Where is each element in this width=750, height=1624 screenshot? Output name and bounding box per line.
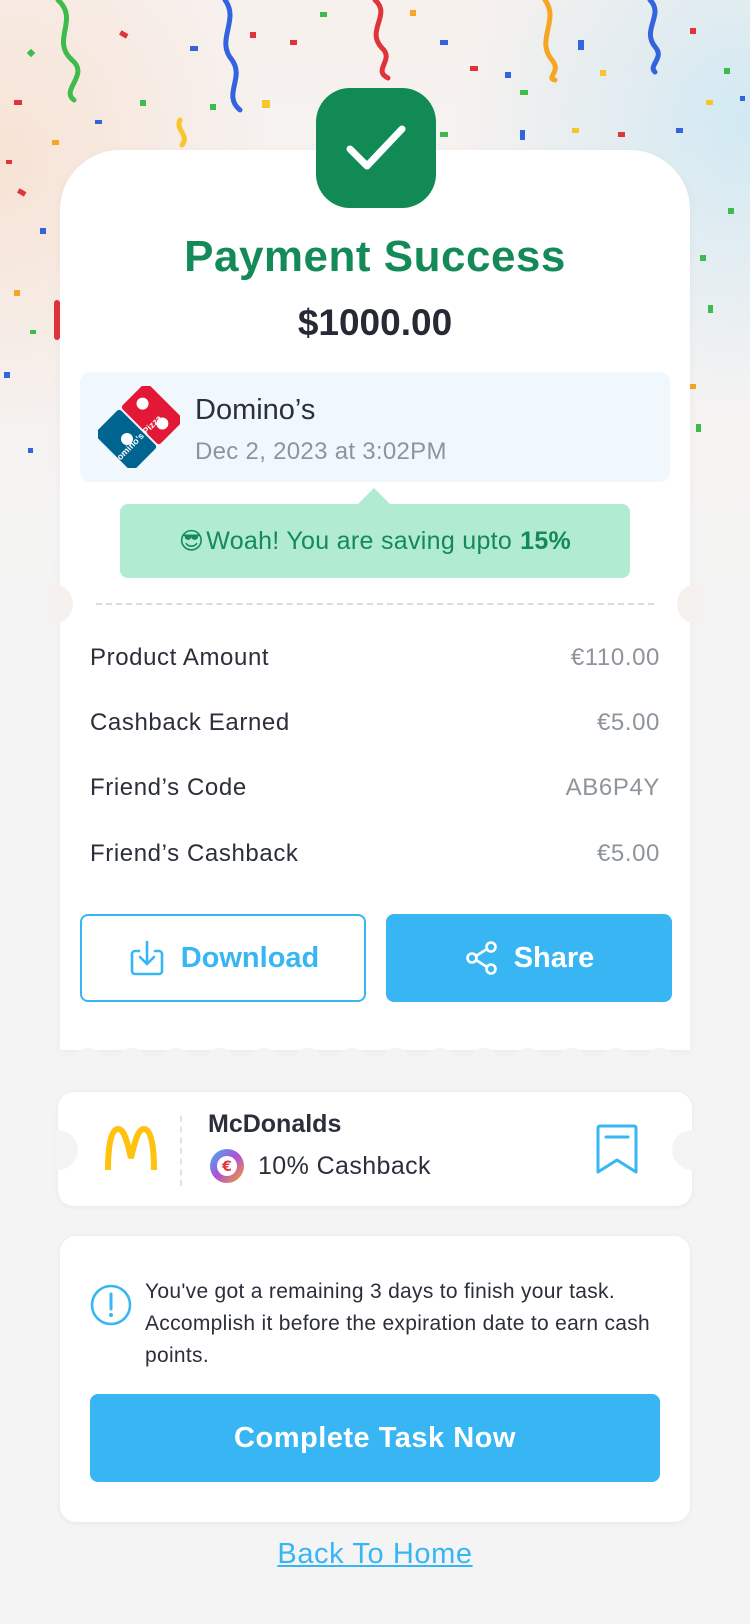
detail-label: Cashback Earned [90,709,290,736]
saving-percent: 15% [520,526,572,555]
page-title: Payment Success [184,232,566,281]
merchant-info: Domino's Pizza Domino’s Dec 2, 2023 at 3… [80,372,670,482]
share-label: Share [513,941,595,974]
euro-coin-icon: € [210,1149,244,1183]
dashed-divider [96,603,654,605]
saving-text: Woah! You are saving upto [206,526,513,555]
share-button[interactable]: Share [386,914,672,1002]
detail-row-friends-code: Friend’s Code AB6P4Y [90,768,660,808]
svg-text:€: € [221,1159,232,1175]
checkmark-icon [346,125,406,170]
detail-row-product-amount: Product Amount €110.00 [90,638,660,678]
detail-value: €110.00 [570,644,660,671]
complete-task-button[interactable]: Complete Task Now [90,1394,660,1482]
detail-value: AB6P4Y [565,774,660,801]
detail-value: €5.00 [596,709,660,736]
detail-row-friends-cashback: Friend’s Cashback €5.00 [90,834,660,874]
saving-banner: 😎 Woah! You are saving upto 15% [120,504,630,578]
merchant-name: Domino’s [195,394,316,426]
payment-amount: $1000.00 [297,302,453,343]
bookmark-icon[interactable] [594,1122,640,1176]
download-button[interactable]: Download [80,914,366,1002]
offer-brand-name: McDonalds [208,1110,342,1138]
success-check-badge [316,88,436,208]
dominos-logo-icon: Domino's Pizza [98,386,180,468]
detail-label: Product Amount [90,644,270,671]
transaction-datetime: Dec 2, 2023 at 3:02PM [195,438,447,465]
ticket-scalloped-edge [74,1048,674,1062]
task-message: You've got a remaining 3 days to finish … [145,1280,651,1367]
saving-callout-pointer [358,488,390,504]
detail-row-cashback-earned: Cashback Earned €5.00 [90,703,660,743]
detail-label: Friend’s Code [90,774,247,801]
detail-label: Friend’s Cashback [90,840,299,867]
download-label: Download [180,941,320,974]
offer-dashed-divider [180,1116,182,1186]
mcdonalds-logo-icon [105,1126,157,1171]
info-icon [90,1284,132,1326]
download-icon [130,940,164,976]
back-to-home-link[interactable]: Back To Home [60,1538,690,1571]
offer-cashback: 10% Cashback [258,1152,431,1180]
detail-value: €5.00 [596,840,660,867]
share-icon [465,941,497,975]
sunglasses-emoji-icon: 😎 [178,527,205,555]
